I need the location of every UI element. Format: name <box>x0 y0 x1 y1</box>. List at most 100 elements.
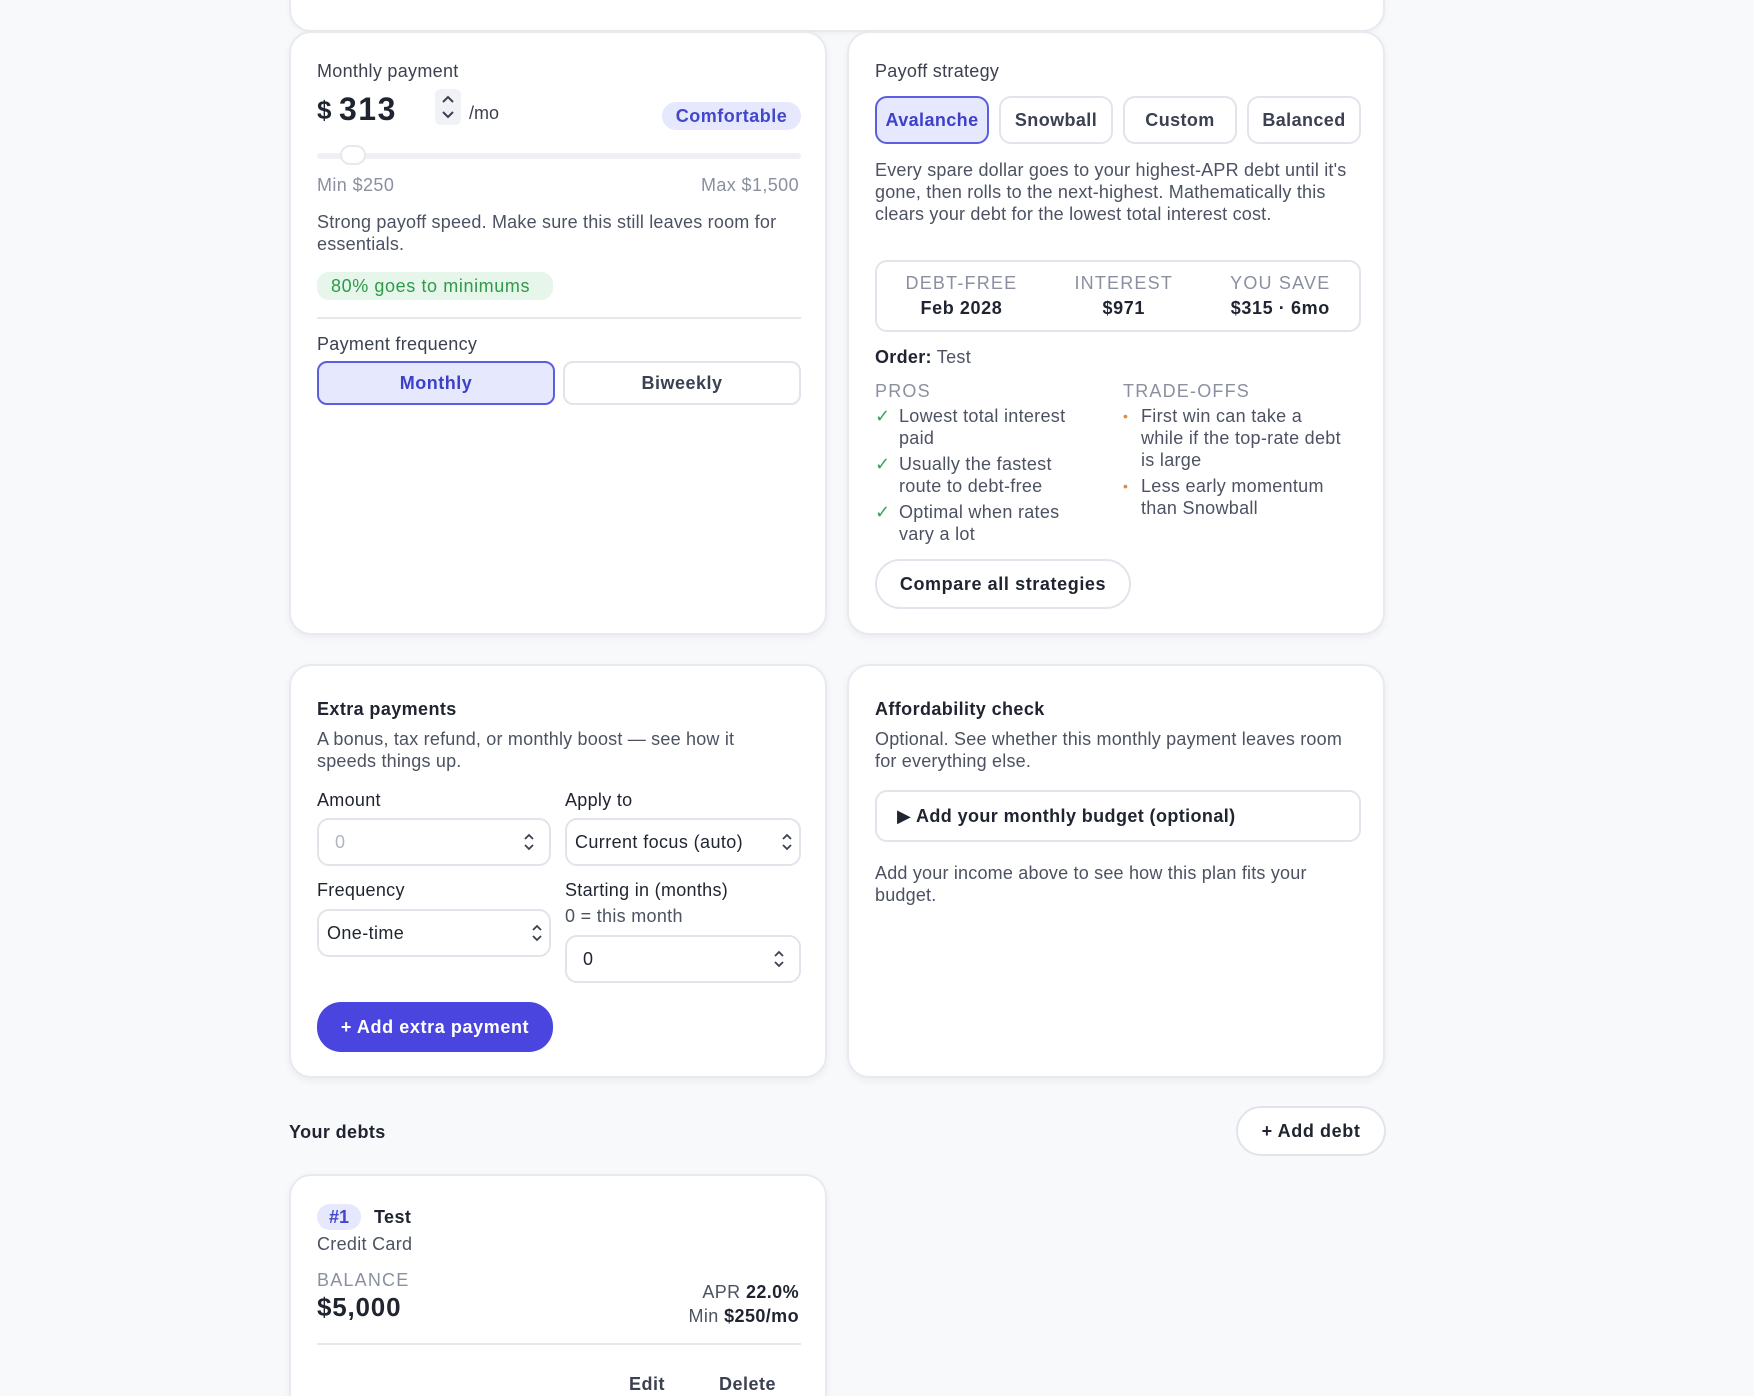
tab-balanced[interactable]: Balanced <box>1247 96 1361 144</box>
bullet-icon: • <box>1123 408 1129 424</box>
apply-to-value: Current focus (auto) <box>575 831 744 852</box>
slider-min-label: Min $250 <box>317 175 395 195</box>
number-spinner-icon[interactable] <box>523 832 535 852</box>
payment-divider <box>317 317 801 319</box>
stepper-arrows-icon <box>442 95 454 119</box>
compare-strategies-button[interactable]: Compare all strategies <box>875 559 1131 609</box>
debt-min: Min $250/mo <box>689 1306 799 1327</box>
stat-you-save: YOU SAVE $315 · 6mo <box>1230 273 1330 319</box>
list-item: • First win can take a while if the top-r… <box>1123 405 1341 471</box>
top-card-edge <box>289 0 1385 32</box>
pro-text: Lowest total interest paid <box>899 406 1066 448</box>
add-extra-payment-button[interactable]: + Add extra payment <box>317 1002 553 1052</box>
tab-custom[interactable]: Custom <box>1123 96 1237 144</box>
frequency-value: One-time <box>327 922 405 943</box>
debt-divider <box>317 1343 801 1345</box>
apply-to-select[interactable]: Current focus (auto) <box>565 818 801 866</box>
pro-text: Usually the fastest route to debt-free <box>899 454 1052 496</box>
frequency-biweekly-button[interactable]: Biweekly <box>563 361 801 405</box>
tab-avalanche[interactable]: Avalanche <box>875 96 989 144</box>
stat-label: DEBT-FREE <box>905 273 1018 293</box>
tradeoff-text: Less early momentum than Snowball <box>1141 476 1324 518</box>
strategy-stats-panel: DEBT-FREE Feb 2028 INTEREST $971 YOU SAV… <box>875 260 1361 332</box>
number-spinner-icon[interactable] <box>773 949 785 969</box>
stat-value: Feb 2028 <box>920 298 1003 318</box>
frequency-label: Frequency <box>317 880 405 900</box>
payment-note: Strong payoff speed. Make sure this stil… <box>317 212 777 254</box>
stat-value: $315 · 6mo <box>1230 298 1330 318</box>
debt-card: #1 Test Credit Card BALANCE $5,000 APR 2… <box>289 1174 827 1396</box>
affordability-card: Affordability check Optional. See whethe… <box>847 664 1385 1078</box>
bullet-icon: • <box>1123 478 1129 494</box>
debt-name: Test <box>374 1207 412 1227</box>
stat-interest: INTEREST $971 <box>1074 273 1173 319</box>
select-chevron-icon <box>782 833 792 851</box>
list-item: • Less early momentum than Snowball <box>1123 475 1341 519</box>
monthly-payment-card: Monthly payment $ 313 /mo Comfortable Mi… <box>289 31 827 635</box>
check-icon: ✓ <box>875 502 891 522</box>
pro-text: Optimal when rates vary a lot <box>899 502 1060 544</box>
apr-label: APR <box>702 1282 741 1302</box>
frequency-select[interactable]: One-time <box>317 909 551 957</box>
debt-type: Credit Card <box>317 1234 413 1254</box>
extra-payments-description: A bonus, tax refund, or monthly boost — … <box>317 729 735 771</box>
apply-to-label: Apply to <box>565 790 633 810</box>
starting-field[interactable]: 0 <box>565 935 801 983</box>
payment-slider[interactable] <box>317 145 801 167</box>
stat-value: $971 <box>1102 298 1145 318</box>
extra-payments-card: Extra payments A bonus, tax refund, or m… <box>289 664 827 1078</box>
slider-max-label: Max $1,500 <box>700 175 799 195</box>
stat-label: YOU SAVE <box>1230 273 1331 293</box>
order-label: Order: <box>875 347 932 367</box>
slider-thumb[interactable] <box>340 145 366 165</box>
order-value: Test <box>936 347 972 367</box>
pros-title: PROS <box>875 381 931 401</box>
strategy-title: Payoff strategy <box>875 61 1000 81</box>
min-value: $250/mo <box>724 1306 799 1326</box>
starting-value[interactable]: 0 <box>583 949 593 970</box>
budget-toggle[interactable]: ▶ Add your monthly budget (optional) <box>875 790 1361 842</box>
select-chevron-icon <box>532 924 542 942</box>
frequency-label: Payment frequency <box>317 334 478 354</box>
amount-label: Amount <box>317 790 381 810</box>
your-debts-title: Your debts <box>289 1122 386 1142</box>
add-debt-button[interactable]: + Add debt <box>1236 1106 1386 1156</box>
slider-track <box>317 153 801 159</box>
minimums-badge: 80% goes to minimums <box>317 272 553 300</box>
starting-label: Starting in (months) <box>565 880 729 900</box>
payment-amount[interactable]: 313 <box>339 91 397 128</box>
extra-payments-title: Extra payments <box>317 699 457 719</box>
stat-label: INTEREST <box>1074 273 1174 293</box>
affordability-description: Optional. See whether this monthly payme… <box>875 729 1343 771</box>
starting-hint: 0 = this month <box>565 906 683 926</box>
pros-list: ✓ Lowest total interest paid ✓ Usually the… <box>875 405 1099 549</box>
comfort-badge: Comfortable <box>662 102 801 130</box>
list-item: ✓ Usually the fastest route to debt-free <box>875 453 1099 497</box>
monthly-payment-title: Monthly payment <box>317 61 459 81</box>
tradeoff-text: First win can take a while if the top-ra… <box>1141 406 1341 470</box>
debt-balance: $5,000 <box>317 1292 402 1322</box>
strategy-order: Order: Test <box>875 347 971 368</box>
edit-debt-button[interactable]: Edit <box>629 1374 665 1395</box>
tradeoffs-title: TRADE-OFFS <box>1123 381 1250 401</box>
debt-rank-badge: #1 <box>317 1204 361 1230</box>
stat-debt-free: DEBT-FREE Feb 2028 <box>906 273 1018 319</box>
frequency-monthly-button[interactable]: Monthly <box>317 361 555 405</box>
tab-snowball[interactable]: Snowball <box>999 96 1113 144</box>
amount-stepper[interactable] <box>435 89 461 125</box>
payment-currency: $ <box>317 95 332 125</box>
affordability-title: Affordability check <box>875 699 1045 719</box>
list-item: ✓ Optimal when rates vary a lot <box>875 501 1099 545</box>
payment-unit: /mo <box>469 103 500 123</box>
list-item: ✓ Lowest total interest paid <box>875 405 1099 449</box>
debt-apr: APR 22.0% <box>702 1282 799 1303</box>
tradeoffs-list: • First win can take a while if the top-r… <box>1123 405 1341 523</box>
payoff-strategy-card: Payoff strategy Avalanche Snowball Custo… <box>847 31 1385 635</box>
check-icon: ✓ <box>875 454 891 474</box>
delete-debt-button[interactable]: Delete <box>719 1374 776 1395</box>
affordability-hint: Add your income above to see how this pl… <box>875 863 1307 905</box>
amount-input[interactable] <box>335 831 549 853</box>
amount-field[interactable] <box>317 818 551 866</box>
strategy-description: Every spare dollar goes to your highest-… <box>875 160 1347 224</box>
apr-value: 22.0% <box>745 1282 799 1302</box>
